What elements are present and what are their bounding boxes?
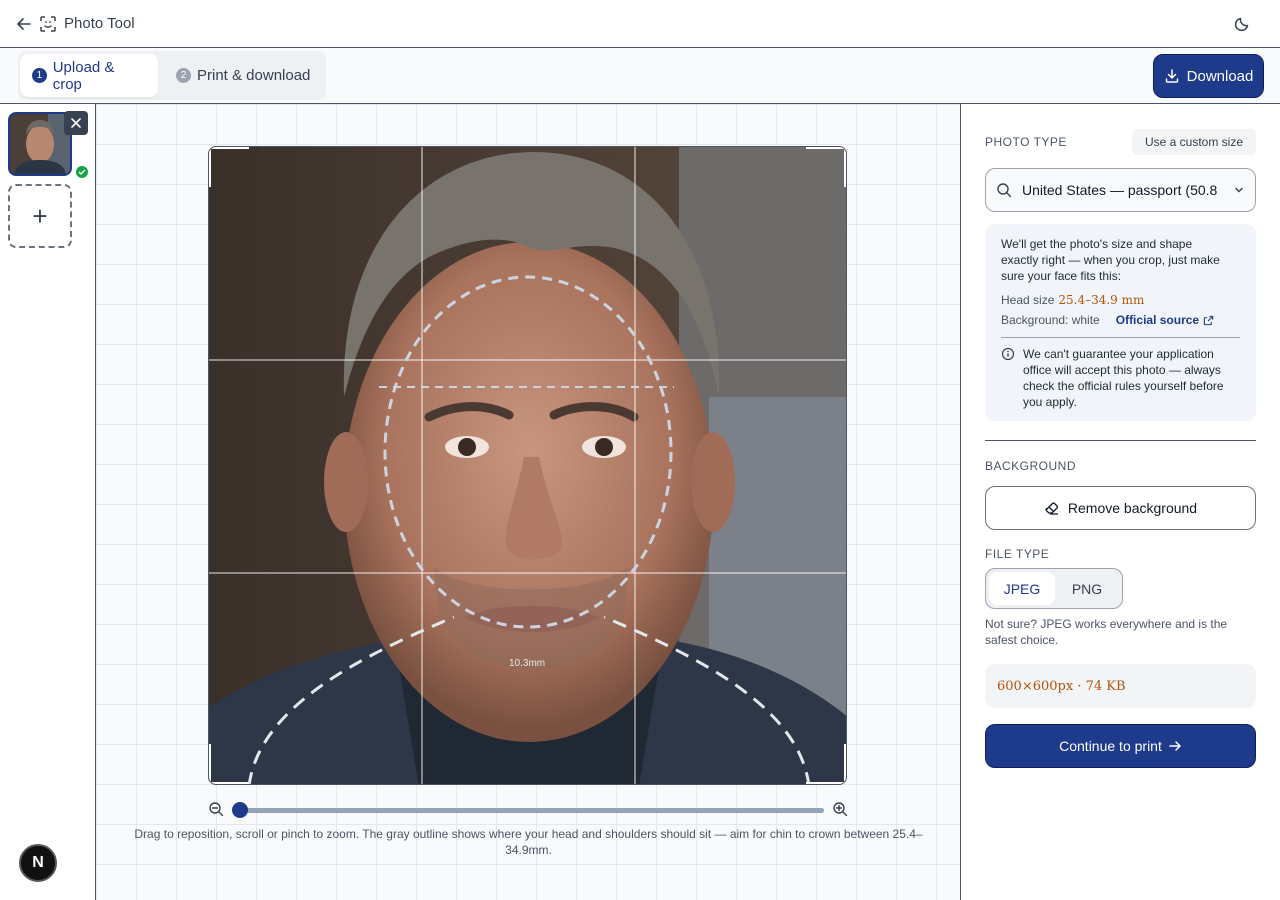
official-source-label: Official source	[1115, 313, 1200, 327]
download-icon	[1165, 69, 1178, 83]
photo-thumbnail[interactable]	[8, 112, 72, 176]
file-type-png[interactable]: PNG	[1056, 572, 1118, 605]
requirements-intro: We'll get the photo's size and shape exa…	[1001, 237, 1220, 283]
step-label: Print & download	[197, 67, 311, 84]
section-divider	[985, 440, 1256, 441]
photo-requirements-box: We'll get the photo's size and shape exa…	[985, 224, 1256, 421]
crop-corner-handle[interactable]	[209, 744, 249, 784]
remove-photo-button[interactable]	[64, 111, 88, 135]
continue-to-print-button[interactable]: Continue to print	[985, 724, 1256, 768]
toolbar: 1 Upload & crop 2 Print & download Downl…	[0, 48, 1280, 104]
step-tabs: 1 Upload & crop 2 Print & download	[18, 51, 326, 100]
zoom-in-button[interactable]	[832, 801, 848, 817]
step-tab-print-download[interactable]: 2 Print & download	[164, 54, 324, 97]
theme-toggle-button[interactable]	[1232, 14, 1252, 34]
disclaimer: We can't guarantee your application offi…	[1001, 346, 1240, 410]
step-number: 2	[176, 68, 191, 83]
external-link-icon	[1203, 315, 1214, 325]
crop-frame[interactable]: 10.3mm	[208, 146, 847, 785]
photo-type-heading: PHOTO TYPE	[985, 135, 1067, 149]
app-header: Photo Tool	[0, 0, 1280, 48]
file-type-help: Not sure? JPEG works everywhere and is t…	[985, 617, 1228, 647]
info-icon	[1001, 347, 1015, 361]
zoom-in-icon	[833, 802, 848, 817]
output-size-info: 600×600px · 74 KB	[985, 664, 1256, 708]
crop-corner-handle[interactable]	[209, 147, 249, 187]
search-icon	[997, 183, 1012, 198]
portrait-thumbnail-image	[10, 114, 70, 174]
head-guide-overlay	[247, 275, 811, 784]
photo-rail: + N	[0, 104, 96, 900]
background-row: Background: white Official source	[1001, 312, 1240, 328]
settings-panel: PHOTO TYPE Use a custom size United Stat…	[961, 104, 1280, 900]
eraser-icon	[1045, 502, 1058, 515]
zoom-control	[208, 799, 848, 821]
canvas-help-text: Drag to reposition, scroll or pinch to z…	[134, 827, 923, 857]
zoom-out-icon	[209, 802, 224, 817]
file-type-jpeg[interactable]: JPEG	[989, 572, 1055, 605]
step-tab-upload-crop[interactable]: 1 Upload & crop	[20, 54, 158, 97]
remove-background-label: Remove background	[1067, 500, 1198, 516]
arrow-right-icon	[1169, 741, 1181, 751]
moon-icon	[1234, 17, 1249, 32]
info-divider	[1001, 337, 1240, 338]
zoom-out-button[interactable]	[208, 801, 224, 817]
step-label: Upload & crop	[52, 58, 115, 93]
add-photo-button[interactable]: +	[8, 184, 72, 248]
chevron-down-icon	[1235, 187, 1243, 193]
plus-icon: +	[32, 200, 48, 231]
remove-background-button[interactable]: Remove background	[985, 486, 1256, 530]
photo-type-select[interactable]: United States — passport (50.8	[985, 168, 1256, 212]
photo-type-value: United States — passport (50.8	[1022, 182, 1218, 198]
zoom-slider-thumb[interactable]	[232, 802, 248, 818]
file-type-heading: FILE TYPE	[985, 547, 1050, 561]
head-size-label: Head size	[1001, 293, 1055, 307]
app-title: Photo Tool	[64, 15, 135, 32]
official-source-link[interactable]: Official source	[1116, 312, 1214, 328]
close-icon	[71, 118, 81, 128]
disclaimer-text: We can't guarantee your application offi…	[1023, 347, 1224, 409]
file-type-toggle: JPEG PNG	[985, 568, 1123, 609]
head-size-row: Head size 25.4–34.9 mm	[1001, 292, 1240, 308]
background-requirement: Background: white	[1001, 313, 1100, 327]
dev-badge[interactable]: N	[19, 844, 57, 882]
download-label: Download	[1186, 67, 1254, 85]
back-button[interactable]	[14, 14, 34, 34]
scan-face-icon	[38, 14, 58, 34]
arrow-left-icon	[17, 18, 31, 30]
crop-corner-handle[interactable]	[806, 147, 846, 187]
background-heading: BACKGROUND	[985, 459, 1077, 473]
custom-size-button[interactable]: Use a custom size	[1132, 129, 1256, 155]
check-icon	[74, 164, 90, 180]
crop-corner-handle[interactable]	[806, 744, 846, 784]
head-size-value: 25.4–34.9 mm	[1058, 293, 1145, 307]
continue-label: Continue to print	[1059, 738, 1162, 754]
measure-label: 10.3mm	[509, 658, 546, 669]
download-button[interactable]: Download	[1153, 54, 1264, 98]
zoom-slider-track[interactable]	[240, 808, 824, 813]
crop-canvas: 10.3mm Drag to reposition, scroll or pin…	[96, 104, 961, 900]
step-number: 1	[32, 68, 47, 83]
